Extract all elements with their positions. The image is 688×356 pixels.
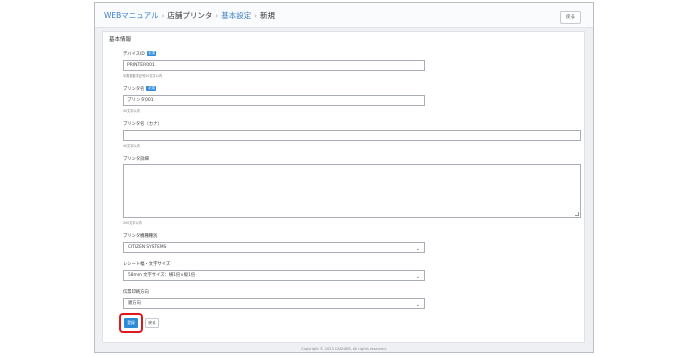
chevron-right-icon: › <box>161 12 165 20</box>
back-button[interactable]: 戻る <box>145 318 159 328</box>
printer-name-kana-label: プリンタ名（カナ） <box>123 122 162 127</box>
footer-copyright: Copyright © 2023 CASHIER. All rights res… <box>301 347 387 351</box>
breadcrumb-basic-settings[interactable]: 基本設定 <box>221 11 251 20</box>
header-back-button[interactable]: 戻る <box>560 11 581 24</box>
printer-name-label: プリンタ名 必須 <box>123 86 157 92</box>
printer-name-kana-help: 40文字以内 <box>123 144 140 148</box>
register-button[interactable]: 登録 <box>124 318 138 328</box>
breadcrumb-store-printer: 店舗プリンタ <box>167 11 213 20</box>
device-id-input[interactable]: PRINTER001 <box>123 60 425 71</box>
device-id-label: デバイスID 必須 <box>123 51 157 57</box>
print-direction-value: 順方向 <box>128 301 141 306</box>
printer-model-value: CITIZEN SYSTEMS <box>128 245 167 250</box>
chevron-down-icon: ⌄ <box>415 246 420 252</box>
printer-name-help: 40文字以内 <box>123 109 140 113</box>
printer-detail-help: 200文字以内 <box>123 221 142 225</box>
printer-name-input[interactable]: プリンタ001 <box>123 95 425 106</box>
resize-handle-icon[interactable] <box>575 212 579 216</box>
chevron-right-icon: › <box>215 12 219 20</box>
top-header: WEBマニュアル › 店舗プリンタ › 基本設定 › 新規 戻る <box>95 3 593 28</box>
device-id-label-text: デバイスID <box>123 52 145 57</box>
chevron-down-icon: ⌄ <box>415 274 420 280</box>
printer-model-label: プリンタ機種種別 <box>123 234 158 239</box>
receipt-size-select[interactable]: 58mm 文字サイズ：横1倍×縦1倍 ⌄ <box>123 270 425 281</box>
section-title: 基本情報 <box>109 37 132 43</box>
printer-detail-label: プリンタ詳細 <box>123 157 149 162</box>
printer-detail-textarea[interactable] <box>123 164 581 218</box>
basic-info-card: 基本情報 デバイスID 必須 PRINTER001 半角英数字記号20文字以内 プ… <box>102 31 585 343</box>
device-id-help: 半角英数字記号20文字以内 <box>123 74 163 78</box>
breadcrumb: WEBマニュアル › 店舗プリンタ › 基本設定 › 新規 <box>104 10 275 21</box>
breadcrumb-new: 新規 <box>260 11 276 20</box>
required-badge: 必須 <box>146 86 157 91</box>
chevron-down-icon: ⌄ <box>415 302 420 308</box>
receipt-size-label: レシート幅・文字サイズ <box>123 262 171 267</box>
receipt-size-value: 58mm 文字サイズ：横1倍×縦1倍 <box>128 273 196 278</box>
breadcrumb-web-manual[interactable]: WEBマニュアル <box>104 11 159 20</box>
print-direction-label: 伝票印刷方向 <box>123 290 149 295</box>
app-window: WEBマニュアル › 店舗プリンタ › 基本設定 › 新規 戻る 基本情報 デバイスID 必須… <box>94 2 594 353</box>
printer-name-kana-input[interactable] <box>123 130 581 141</box>
required-badge: 必須 <box>146 51 157 56</box>
print-direction-select[interactable]: 順方向 ⌄ <box>123 298 425 309</box>
printer-name-label-text: プリンタ名 <box>123 87 145 92</box>
chevron-right-icon: › <box>254 12 258 20</box>
printer-model-select[interactable]: CITIZEN SYSTEMS ⌄ <box>123 242 425 253</box>
